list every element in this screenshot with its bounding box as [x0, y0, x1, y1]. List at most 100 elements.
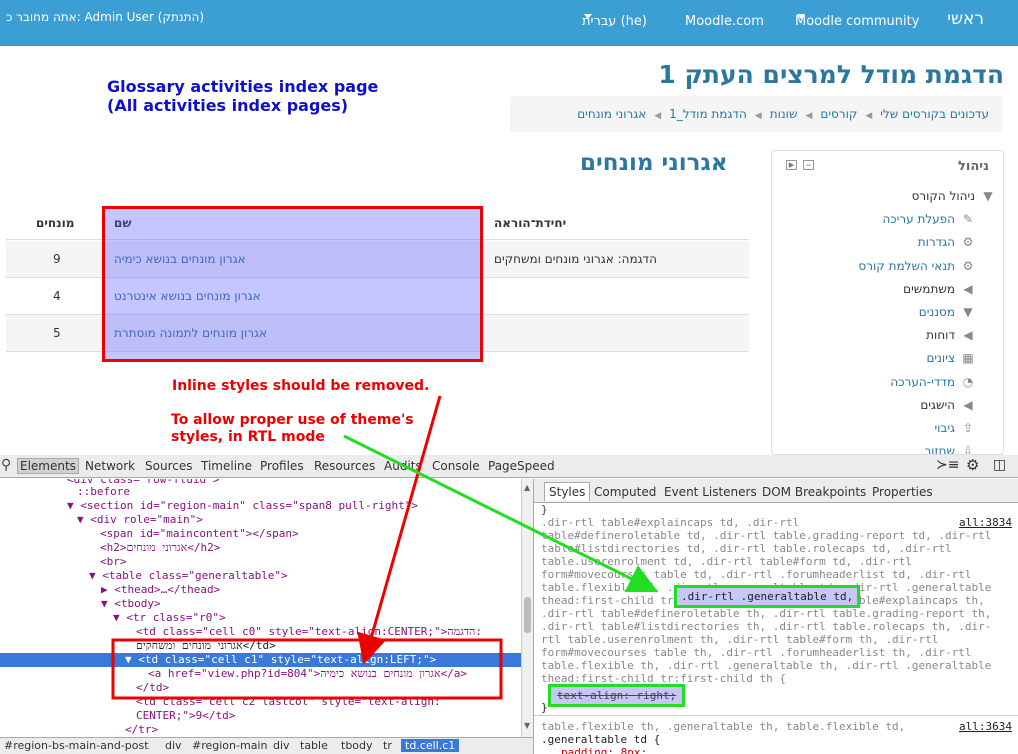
expand-arrow-icon[interactable]: ▼ — [113, 611, 120, 624]
dom-line[interactable]: ▼ <tr class="r0"> — [113, 611, 226, 625]
dom-breadcrumb-item[interactable]: tbody — [341, 739, 373, 752]
dom-breadcrumb-item[interactable]: tr — [383, 739, 392, 752]
scroll-down-icon[interactable]: ▼ — [524, 721, 531, 730]
dom-line[interactable]: CENTER;">9</td> — [136, 709, 235, 723]
breadcrumb-item-current[interactable]: אגרוני מונחים — [577, 107, 646, 121]
expand-arrow-icon[interactable]: ▼ — [77, 513, 84, 526]
css-selector-line: table.flexible th, .dir-rtl .generaltabl… — [541, 659, 992, 672]
dom-line[interactable]: <td class="cell c2 lastcol" style="text-… — [136, 695, 441, 709]
dom-line[interactable]: ▼ <div role="main"> — [77, 513, 203, 527]
dom-pane-scrollbar[interactable]: ▲ ▼ — [521, 479, 533, 737]
nav-item[interactable]: ▦ ציונים — [926, 351, 975, 365]
dom-line[interactable]: <br> — [100, 555, 127, 569]
css-rule-close: } — [541, 701, 548, 714]
dom-line-text: <tr class="r0"> — [126, 611, 226, 624]
search-icon[interactable]: ⚲ — [1, 457, 11, 473]
dom-line[interactable]: ▶ <thead>…</thead> — [101, 583, 220, 597]
tab-resources[interactable]: Resources — [314, 459, 375, 473]
nav-item[interactable]: ⇩ שחזור — [924, 444, 975, 455]
nav-item[interactable]: ▼ ניהול הקורס — [912, 189, 995, 203]
breadcrumb-item[interactable]: הדגמת מודל_1 — [669, 107, 747, 121]
dom-line[interactable]: <span id="maincontent"></span> — [100, 527, 299, 541]
dom-line-text: <div role="main"> — [90, 513, 203, 526]
dom-line[interactable]: ▼ <tbody> — [101, 597, 161, 611]
nav-item[interactable]: ◀ דוחות — [926, 328, 975, 342]
gear-icon[interactable]: ⚙ — [966, 456, 979, 474]
css-selector-highlight[interactable]: .dir-rtl .generaltable td, — [674, 585, 861, 608]
home-link[interactable]: ראשי — [947, 9, 984, 29]
nav-item-label: תנאי השלמת קורס — [858, 258, 955, 273]
dom-line[interactable]: ▼ <table class="generaltable"> — [89, 569, 288, 583]
nav-item[interactable]: ⚙ תנאי השלמת קורס — [858, 259, 975, 273]
nav-item-label: הפעלת עריכה — [882, 212, 955, 227]
dom-line[interactable]: <h2>אגרוני מונחים</h2> — [100, 541, 220, 555]
breadcrumb-item[interactable]: קורסים — [820, 107, 857, 121]
dom-line[interactable]: ::before — [77, 485, 130, 499]
tab-styles[interactable]: Styles — [544, 482, 591, 501]
moodle-com-link[interactable]: Moodle.com — [685, 14, 764, 29]
tab-event-listeners[interactable]: Event Listeners — [664, 485, 757, 499]
css-source-link[interactable]: all:3634 — [959, 720, 1012, 733]
tab-sources[interactable]: Sources — [145, 459, 192, 473]
css-declaration[interactable]: padding: 8px; — [561, 746, 647, 754]
dom-breadcrumb-item-selected[interactable]: td.cell.c1 — [401, 739, 460, 752]
console-drawer-icon[interactable]: ≻≡ — [936, 457, 959, 473]
annotation-allow-line: To allow proper use of theme's — [171, 412, 414, 428]
styles-tabs-bar: Styles Computed Event Listeners DOM Brea… — [534, 479, 1018, 503]
nav-item-label: ציונים — [926, 351, 955, 366]
breadcrumb-item[interactable]: עדכונים בקורסים שלי — [880, 107, 989, 121]
nav-item[interactable]: ▼ מסננים — [919, 305, 975, 319]
dom-breadcrumb-item[interactable]: table — [300, 739, 328, 752]
column-header-entries[interactable]: מונחים — [36, 216, 74, 230]
tab-pagespeed[interactable]: PageSpeed — [488, 459, 555, 473]
dom-breadcrumb-item[interactable]: #region-bs-main-and-post — [4, 739, 149, 752]
annotation-title: Glossary activities index page (All acti… — [107, 77, 378, 115]
nav-item[interactable]: ⇪ גיבוי — [934, 421, 975, 435]
column-header-unit[interactable]: יחידת־הוראה — [494, 216, 566, 230]
dom-line[interactable]: </td> — [136, 681, 169, 695]
dom-breadcrumb-item[interactable]: div — [273, 739, 290, 752]
scrollbar-thumb[interactable] — [524, 597, 531, 633]
expand-arrow-icon[interactable]: ▼ — [89, 569, 96, 582]
tab-computed[interactable]: Computed — [594, 485, 656, 499]
dom-line[interactable]: אגרוני מונחים ומשחקים</td> — [136, 639, 276, 653]
breadcrumb-item[interactable]: שונות — [770, 107, 798, 121]
pencil-icon: ✎ — [962, 212, 974, 227]
dom-line[interactable]: <td class="cell c0" style="text-align:CE… — [136, 625, 482, 639]
tab-properties[interactable]: Properties — [872, 485, 933, 499]
tab-network[interactable]: Network — [85, 459, 135, 473]
scroll-up-icon[interactable]: ▲ — [524, 483, 531, 492]
nav-item[interactable]: ◔ מדדי-הערכה — [890, 375, 975, 389]
chart-icon: ◔ — [962, 374, 974, 389]
dom-breadcrumb-item[interactable]: #region-main — [192, 739, 267, 752]
expand-arrow-icon[interactable]: ▼ — [125, 653, 132, 666]
tab-audits[interactable]: Audits — [384, 459, 422, 473]
collapse-icon[interactable]: – — [803, 159, 814, 170]
nav-item-label: שחזור — [924, 444, 955, 455]
tab-timeline[interactable]: Timeline — [201, 459, 252, 473]
tab-dom-breakpoints[interactable]: DOM Breakpoints — [762, 485, 866, 499]
css-source-link[interactable]: all:3834 — [959, 516, 1012, 529]
dom-line[interactable]: <a href="view.php?id=804">אגרון מונחים ב… — [148, 667, 467, 681]
tab-elements[interactable]: Elements — [17, 458, 79, 474]
nav-item[interactable]: ⚙ הגדרות — [918, 235, 975, 249]
dock-side-icon[interactable]: ◫ — [993, 457, 1006, 473]
dom-breadcrumb-item[interactable]: div — [165, 739, 182, 752]
expand-arrow-icon[interactable]: ▼ — [101, 597, 108, 610]
expand-arrow-icon[interactable]: ▼ — [67, 499, 74, 512]
dom-line[interactable]: ▼ <section id="region-main" class="span8… — [67, 499, 418, 513]
tab-console[interactable]: Console — [432, 459, 480, 473]
nav-item[interactable]: ◀ משתמשים — [903, 282, 975, 296]
nav-item[interactable]: ✎ הפעלת עריכה — [882, 212, 975, 226]
css-rule-text: .generaltable td { — [541, 733, 661, 746]
nav-item-label: ניהול הקורס — [911, 189, 975, 203]
nav-item-label: הגדרות — [917, 235, 955, 250]
nav-item[interactable]: ◀ הישגים — [920, 398, 975, 412]
dom-line-selected[interactable]: ▼ <td class="cell c1" style="text-align:… — [125, 653, 436, 667]
tab-profiles[interactable]: Profiles — [260, 459, 304, 473]
dock-icon[interactable]: ▸ — [786, 159, 797, 170]
logged-in-user-info[interactable]: אתה מחובר כ: Admin User (התנתק) — [6, 10, 204, 24]
dom-line[interactable]: </tr> — [125, 723, 158, 737]
expand-arrow-icon[interactable]: ▶ — [101, 583, 108, 596]
css-declaration-overridden[interactable]: text-align: right; — [548, 684, 686, 707]
